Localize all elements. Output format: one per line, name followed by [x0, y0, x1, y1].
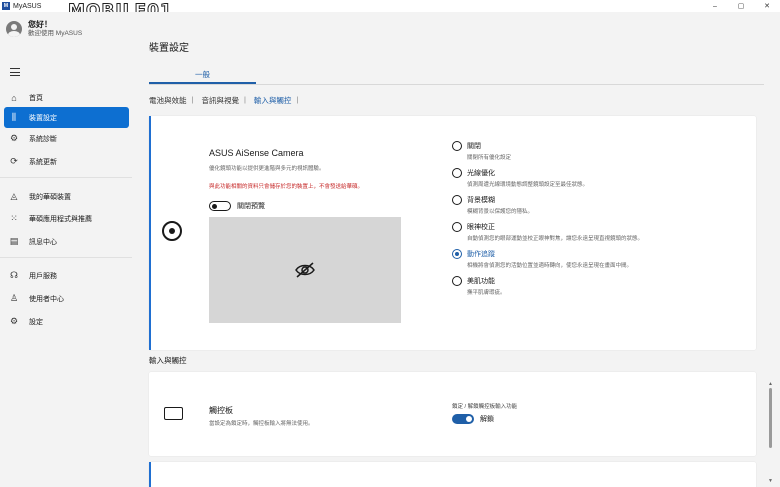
message-icon: ▤	[9, 236, 19, 246]
radio-button[interactable]	[452, 141, 462, 151]
touchpad-toggle-row: 解鎖	[452, 414, 494, 424]
sidebar-item-label: 我的華碩裝置	[29, 193, 71, 201]
sidebar-item-customer-service[interactable]: ☊ 用戶服務	[4, 265, 129, 286]
sidebar-item-label: 首頁	[29, 94, 43, 102]
subtab-battery-performance[interactable]: 電池與效能	[149, 95, 187, 106]
update-icon: ⟳	[10, 156, 18, 166]
sidebar-item-label: 設定	[29, 318, 43, 326]
window-title: MyASUS	[13, 2, 42, 10]
subtab-input-touch[interactable]: 輸入與觸控	[254, 95, 292, 106]
sidebar-item-label: 使用者中心	[29, 295, 64, 303]
window-controls: – ▢ ✕	[702, 0, 780, 12]
sidebar-item-label: 華碩應用程式與推薦	[29, 215, 92, 223]
sidebar: 您好！ 歡迎使用 MyASUS ⌂ 首頁 ⫼ 裝置設定 ⚙ 系統診斷 ⟳ 系統更…	[0, 12, 132, 487]
touchpad-lock-label: 鎖定 / 解鎖觸控板輸入功能	[452, 404, 518, 410]
sidebar-item-my-devices[interactable]: ◬ 我的華碩裝置	[4, 186, 129, 207]
tab-divider	[149, 84, 764, 85]
subtab-audio-visual[interactable]: 音訊與視覺	[201, 95, 239, 106]
sidebar-item-device-settings[interactable]: ⫼ 裝置設定	[4, 107, 129, 128]
close-button[interactable]: ✕	[754, 0, 780, 12]
touchpad-icon	[164, 407, 183, 420]
touchpad-lock-toggle[interactable]	[452, 414, 474, 424]
user-icon: ♙	[9, 293, 19, 303]
radio-label: 眼神校正	[467, 224, 495, 231]
subtab-separator: |	[243, 95, 246, 104]
radio-button[interactable]	[452, 249, 462, 259]
diagnostics-icon: ⚙	[9, 133, 19, 143]
preview-toggle-label: 關閉預覽	[237, 203, 265, 210]
radio-description: 偵測周遭光線環境動態調整鏡頭設定至最佳狀態。	[467, 182, 589, 188]
home-icon: ⌂	[11, 92, 17, 103]
maximize-button[interactable]: ▢	[728, 0, 754, 12]
headset-icon: ☊	[10, 270, 18, 280]
subtab-bar: 電池與效能 | 音訊與視覺 | 輸入與觸控 |	[149, 95, 306, 106]
sidebar-item-label: 系統診斷	[29, 135, 57, 143]
camera-privacy-warning: 與此功能相關的資料只會儲存於您的裝置上，不會發送給華碩。	[209, 184, 364, 190]
scroll-down-arrow-icon[interactable]: ▼	[768, 478, 773, 484]
preview-toggle-row: 關閉預覽	[209, 201, 265, 211]
vertical-scrollbar[interactable]	[769, 388, 772, 448]
menu-hamburger-icon[interactable]	[10, 68, 20, 76]
scroll-up-arrow-icon[interactable]: ▲	[768, 381, 773, 387]
sidebar-item-system-update[interactable]: ⟳ 系統更新	[4, 151, 129, 172]
sidebar-item-label: 裝置設定	[29, 114, 57, 122]
settings-gear-icon: ⚙	[9, 316, 19, 326]
touchpad-description: 當設定為鎖定時，觸控板輸入將無法使用。	[209, 421, 314, 427]
radio-description: 撫平肌膚瑕疵。	[467, 290, 506, 296]
radio-button[interactable]	[452, 276, 462, 286]
apps-grid-icon: ⁙	[10, 213, 18, 223]
radio-label: 關閉	[467, 143, 481, 150]
page-title: 裝置設定	[149, 43, 189, 54]
main-content: 裝置設定 一般 電池與效能 | 音訊與視覺 | 輸入與觸控 | ASUS AiS…	[132, 12, 780, 487]
sidebar-item-messages[interactable]: ▤ 訊息中心	[4, 231, 129, 252]
sidebar-item-label: 訊息中心	[29, 238, 57, 246]
greeting-text: 您好！	[28, 20, 52, 29]
camera-description: 優化鏡頭功能以提供更進階與多元的視訊體驗。	[209, 166, 325, 172]
sidebar-divider	[0, 257, 132, 258]
sidebar-item-label: 系統更新	[29, 158, 57, 166]
radio-button[interactable]	[452, 195, 462, 205]
radio-description: 相機將會偵測您的活動位置並適時轉向，使您永遠呈現在畫面中間。	[467, 263, 633, 269]
radio-label: 美肌功能	[467, 278, 495, 285]
radio-button[interactable]	[452, 222, 462, 232]
sidebar-item-user-center[interactable]: ♙ 使用者中心	[4, 288, 129, 309]
tab-general[interactable]: 一般	[149, 69, 256, 80]
preview-toggle[interactable]	[209, 201, 231, 211]
radio-description: 自動偵測您的眼部運動並校正眼神對焦，讓您永遠呈現直視鏡頭的狀態。	[467, 236, 644, 242]
radio-description: 模糊背景以保護您的隱私。	[467, 209, 534, 215]
radio-button[interactable]	[452, 168, 462, 178]
radio-label: 背景模糊	[467, 197, 495, 204]
welcome-text: 歡迎使用 MyASUS	[28, 30, 83, 37]
sidebar-item-diagnostics[interactable]: ⚙ 系統診斷	[4, 128, 129, 149]
touchpad-title: 觸控板	[209, 406, 233, 415]
subtab-separator: |	[191, 95, 194, 104]
radio-description: 關閉所有優化設定	[467, 155, 512, 161]
radio-label: 光線優化	[467, 170, 495, 177]
sidebar-divider	[0, 177, 132, 178]
device-icon: ◬	[10, 191, 18, 201]
avatar	[6, 21, 22, 37]
sliders-icon: ⫼	[11, 112, 17, 122]
sidebar-item-settings[interactable]: ⚙ 設定	[4, 311, 129, 332]
section-title-input-touch: 輸入與觸控	[149, 356, 187, 365]
card-accent-bar	[149, 462, 151, 487]
sidebar-item-label: 用戶服務	[29, 272, 57, 280]
card-accent-bar	[149, 116, 151, 350]
camera-preview	[209, 217, 401, 323]
camera-title: ASUS AiSense Camera	[209, 148, 304, 158]
user-profile[interactable]: 您好！ 歡迎使用 MyASUS	[6, 20, 82, 38]
sidebar-item-apps[interactable]: ⁙ 華碩應用程式與推薦	[4, 208, 129, 229]
next-setting-card	[149, 462, 756, 487]
touchpad-toggle-label: 解鎖	[480, 416, 494, 423]
subtab-separator: |	[296, 95, 299, 104]
minimize-button[interactable]: –	[702, 0, 728, 12]
myasus-logo-icon: M	[2, 2, 10, 10]
camera-icon	[162, 221, 182, 241]
eye-off-icon	[295, 262, 315, 278]
radio-label: 動作追蹤	[467, 251, 495, 258]
sidebar-item-home[interactable]: ⌂ 首頁	[4, 87, 129, 108]
